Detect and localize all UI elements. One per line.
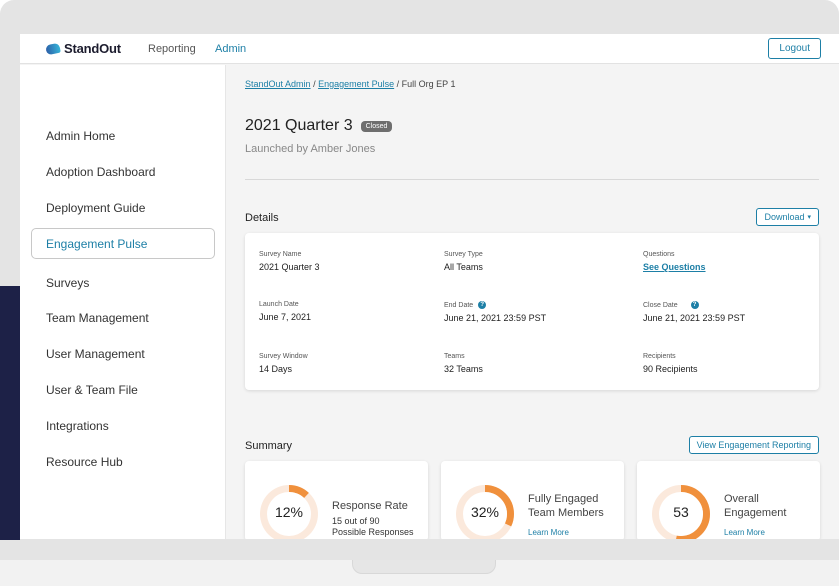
field-recipients: Recipients 90 Recipients [643,353,698,374]
field-value: 2021 Quarter 3 [259,262,320,272]
sidebar-item-engagement-pulse[interactable]: Engagement Pulse [31,228,215,259]
logout-button[interactable]: Logout [768,38,821,59]
metric-title: Fully Engaged Team Members [528,492,604,521]
response-rate-gauge: 12% [260,485,318,539]
breadcrumb: StandOut Admin / Engagement Pulse / Full… [245,79,456,89]
field-label-text: Close Date [643,301,678,309]
metric-title-line: Fully Engaged [528,493,599,505]
fully-engaged-gauge: 32% [456,485,514,539]
metric-sub-line: Possible Responses [332,526,414,537]
sidebar-item-admin-home[interactable]: Admin Home [46,129,115,143]
divider [245,179,819,180]
metric-title-line: Overall [724,493,759,505]
summary-heading: Summary [245,440,293,452]
nav-admin[interactable]: Admin [215,43,246,55]
field-label: Survey Name [259,251,302,258]
overall-engagement-card: 53 Overall Engagement Learn More [637,461,820,539]
field-label: Launch Date [259,301,299,308]
metric-title: Response Rate [332,500,408,512]
field-teams: Teams 32 Teams [444,353,483,374]
field-label: Survey Window [259,353,308,360]
sidebar-item-user-team-file[interactable]: User & Team File [46,383,138,397]
field-questions: Questions See Questions [643,251,706,272]
gauge-value: 12% [274,504,304,520]
sidebar: Admin Home Adoption Dashboard Deployment… [20,65,226,539]
sidebar-item-adoption-dashboard[interactable]: Adoption Dashboard [46,165,155,179]
field-close-date: Close Date ? June 21, 2021 23:59 PST [643,301,745,323]
info-icon[interactable]: ? [478,301,487,309]
field-label-text: End Date [444,301,474,309]
field-value: 32 Teams [444,364,483,374]
field-value: 90 Recipients [643,364,698,374]
breadcrumb-separator: / [313,79,316,89]
top-navigation: StandOut Reporting Admin Logout [20,34,839,64]
overall-engagement-gauge: 53 [652,485,710,539]
sidebar-item-integrations[interactable]: Integrations [46,419,109,433]
field-survey-window: Survey Window 14 Days [259,353,308,374]
gauge-value: 53 [673,504,689,520]
logo-text: StandOut [64,41,121,56]
page-title-text: 2021 Quarter 3 [245,117,353,134]
sidebar-item-label: Engagement Pulse [46,236,148,251]
response-rate-card: 12% Response Rate 15 out of 90 Possible … [245,461,428,539]
info-icon[interactable]: ? [690,301,699,309]
main-content: StandOut Admin / Engagement Pulse / Full… [227,65,839,539]
field-label: Teams [444,353,465,360]
field-value: June 21, 2021 23:59 PST [643,313,746,323]
breadcrumb-standout-admin[interactable]: StandOut Admin [245,79,311,89]
gauge-value: 32% [470,504,500,520]
fully-engaged-card: 32% Fully Engaged Team Members Learn Mor… [441,461,624,539]
page-title: 2021 Quarter 3 Closed [245,117,393,135]
sidebar-item-deployment-guide[interactable]: Deployment Guide [46,201,145,215]
metric-title: Overall Engagement [724,492,786,521]
metric-title-line: Engagement [724,507,787,520]
metric-sub-line: 15 out of 90 [332,516,380,526]
field-label: End Date ? [444,301,546,309]
field-value: 14 Days [259,364,293,374]
field-launch-date: Launch Date June 7, 2021 [259,301,311,322]
breadcrumb-engagement-pulse[interactable]: Engagement Pulse [318,79,394,89]
field-value: June 7, 2021 [259,312,312,322]
view-engagement-reporting-button[interactable]: View Engagement Reporting [688,436,819,454]
sidebar-item-resource-hub[interactable]: Resource Hub [46,455,123,469]
download-button[interactable]: Download ▾ [756,208,819,226]
see-questions-link[interactable]: See Questions [643,262,706,272]
page-subtitle: Launched by Amber Jones [245,143,376,155]
breadcrumb-current: / Full Org EP 1 [396,79,456,89]
details-heading: Details [245,212,279,224]
field-survey-type: Survey Type All Teams [444,251,483,272]
field-end-date: End Date ? June 21, 2021 23:59 PST [444,301,546,323]
caret-down-icon: ▾ [807,214,811,221]
standout-logo[interactable]: StandOut [45,41,121,56]
sidebar-item-surveys[interactable]: Surveys [46,276,89,290]
sidebar-item-user-management[interactable]: User Management [46,347,145,361]
field-label: Survey Type [444,251,483,258]
download-label: Download [764,212,805,222]
app-screen: StandOut Reporting Admin Logout Admin Ho… [20,34,839,539]
field-label: Questions [643,251,675,258]
details-card: Survey Name 2021 Quarter 3 Survey Type A… [245,233,819,390]
learn-more-link[interactable]: Learn More [724,528,765,537]
field-value: June 21, 2021 23:59 PST [444,313,547,323]
sidebar-item-team-management[interactable]: Team Management [46,311,149,325]
nav-reporting[interactable]: Reporting [148,43,196,55]
metric-subtext: 15 out of 90 Possible Responses [332,516,414,538]
field-label: Close Date ? [643,301,745,309]
field-survey-name: Survey Name 2021 Quarter 3 [259,251,320,272]
background-panel [0,286,20,540]
metric-title-line: Team Members [528,507,604,520]
field-label: Recipients [643,353,676,360]
field-value: All Teams [444,262,483,272]
logo-icon [45,42,61,55]
status-badge: Closed [360,120,393,132]
learn-more-link[interactable]: Learn More [528,528,569,537]
laptop-notch [352,560,496,574]
